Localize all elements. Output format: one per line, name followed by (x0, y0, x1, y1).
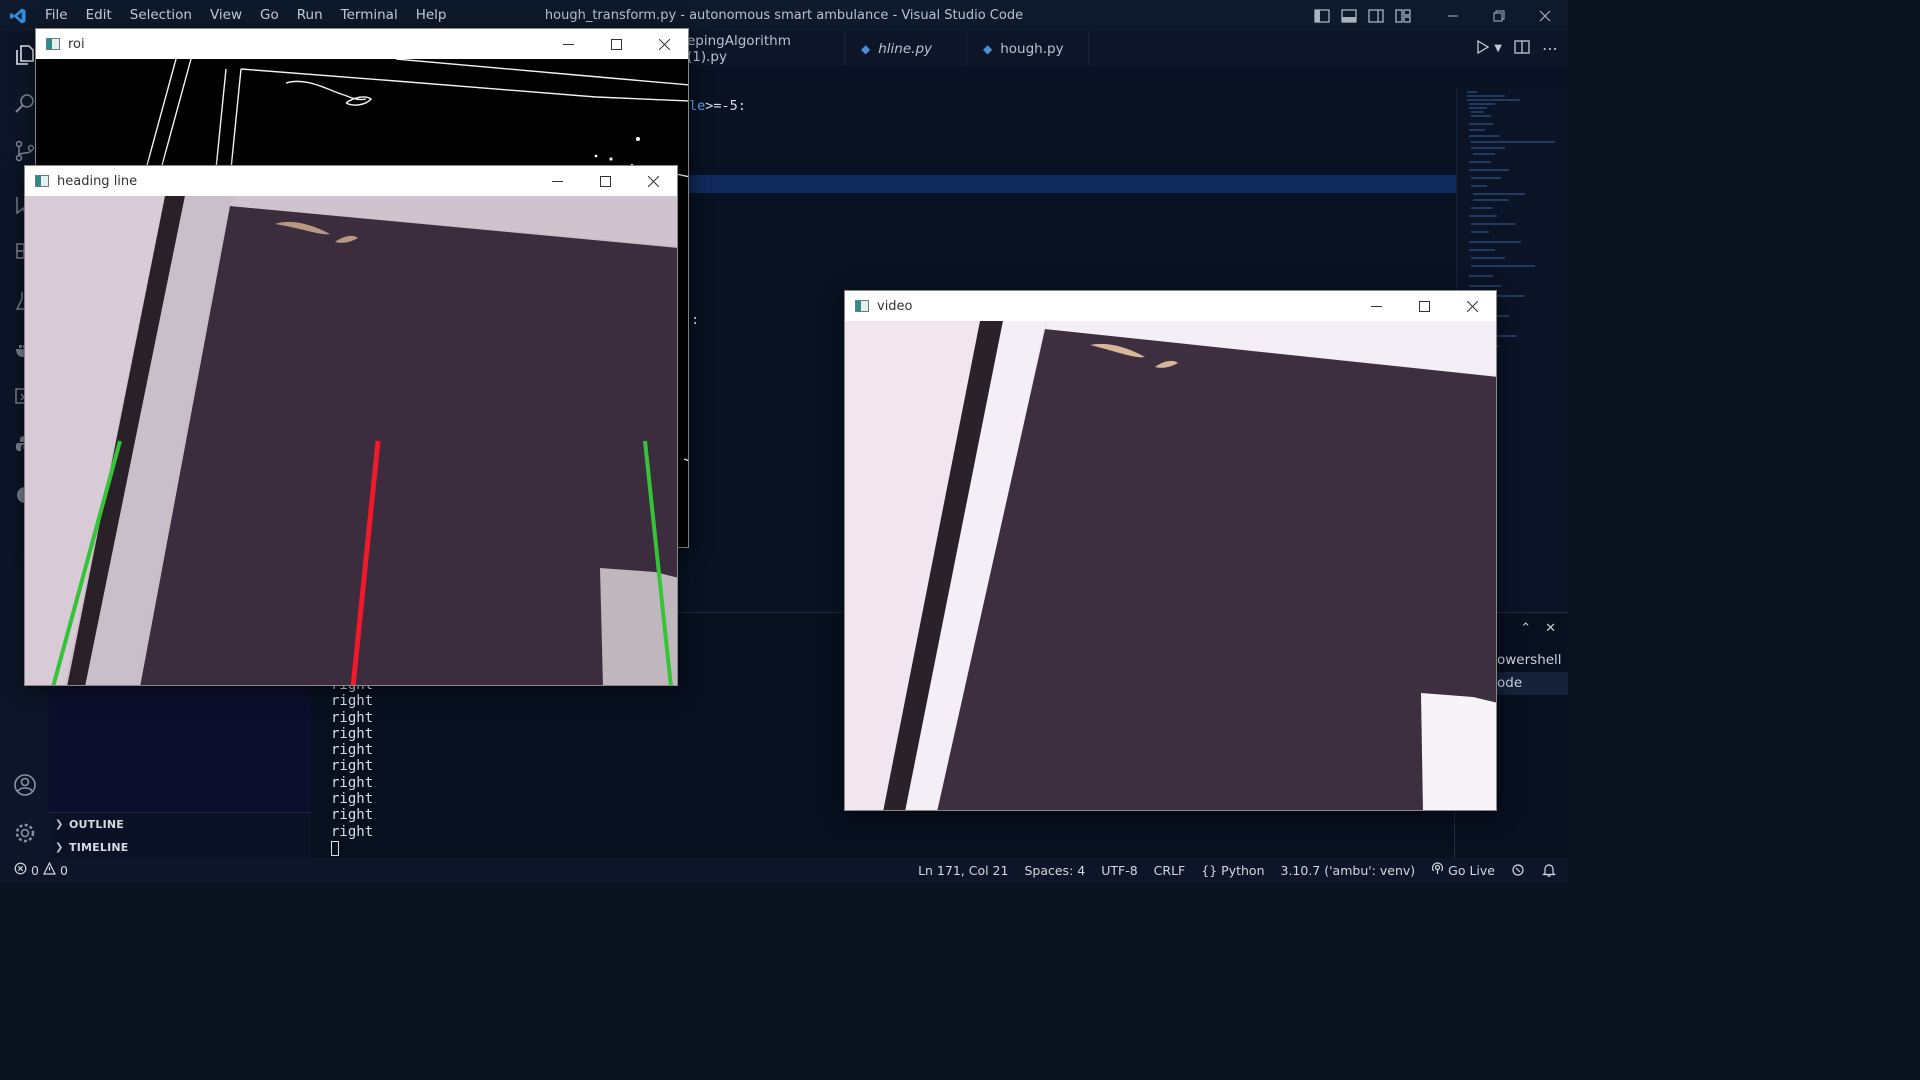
chevron-right-icon: ❯ (55, 842, 64, 853)
braces-icon: {} (1201, 862, 1218, 878)
python-file-icon: ◆ (983, 41, 993, 56)
outline-label: OUTLINE (69, 818, 125, 831)
code-number: 5 (729, 98, 738, 114)
manage-gear-icon[interactable] (0, 809, 49, 857)
notifications-bell-icon[interactable] (1534, 863, 1568, 877)
minimize-icon[interactable] (1430, 0, 1476, 31)
toggle-panel-icon[interactable] (1335, 0, 1362, 31)
opencv-window-icon (46, 38, 60, 50)
code-colon: : (737, 98, 746, 114)
terminal-line: right (331, 758, 374, 775)
heading-window-title: heading line (57, 173, 138, 189)
menu-go[interactable]: Go (251, 0, 288, 31)
roi-title-bar[interactable]: roi (36, 29, 688, 59)
menu-file[interactable]: File (36, 0, 77, 31)
timeline-label: TIMELINE (69, 841, 129, 854)
go-live-button[interactable]: Go Live (1423, 862, 1503, 878)
opencv-window-icon (35, 175, 49, 187)
outline-section[interactable]: ❯ OUTLINE (49, 813, 311, 836)
split-editor-icon[interactable] (1514, 39, 1530, 58)
chevron-right-icon: ❯ (55, 819, 64, 830)
terminal-line: right (331, 709, 374, 726)
chevron-down-icon[interactable]: ▼ (1494, 43, 1502, 54)
accounts-icon[interactable] (0, 761, 49, 809)
code-operator: >=- (705, 98, 730, 114)
close-icon[interactable] (1448, 291, 1496, 321)
terminal-output[interactable]: right right right right right right righ… (331, 677, 373, 860)
tab-sleeping-algorithm[interactable]: epingAlgorithm (1).py (675, 31, 845, 66)
toggle-secondary-sidebar-icon[interactable] (1362, 0, 1389, 31)
terminal-line: right (331, 742, 374, 759)
terminal-line: right (331, 693, 374, 710)
minimize-icon[interactable] (544, 29, 592, 59)
roi-window-title: roi (68, 36, 85, 52)
error-icon (14, 862, 27, 878)
close-icon[interactable] (629, 166, 677, 196)
python-file-icon: ◆ (861, 41, 871, 56)
menu-view[interactable]: View (201, 0, 251, 31)
feedback-icon[interactable] (1503, 863, 1534, 877)
indentation[interactable]: Spaces: 4 (1016, 863, 1093, 878)
menu-edit[interactable]: Edit (77, 0, 121, 31)
opencv-window-icon (855, 300, 869, 312)
heading-camera-image (25, 196, 677, 685)
customize-layout-icon[interactable] (1389, 0, 1416, 31)
cursor-position[interactable]: Ln 171, Col 21 (910, 863, 1016, 878)
menu-terminal[interactable]: Terminal (332, 0, 407, 31)
terminal-line: right (331, 725, 374, 742)
minimize-icon[interactable] (1352, 291, 1400, 321)
toggle-sidebar-icon[interactable] (1308, 0, 1335, 31)
code-line-171[interactable]: le>=-5: (689, 98, 746, 114)
run-python-file-icon[interactable] (1476, 39, 1490, 58)
close-icon[interactable] (1522, 0, 1568, 31)
status-bar: 0 0 Ln 171, Col 21 Spaces: 4 UTF-8 CRLF … (0, 858, 1568, 882)
more-actions-icon[interactable]: ⋯ (1542, 39, 1558, 58)
timeline-section[interactable]: ❯ TIMELINE (49, 836, 311, 859)
tab-hough[interactable]: ◆ hough.py (967, 31, 1089, 66)
maximize-icon[interactable] (592, 29, 640, 59)
language-label: Python (1221, 862, 1265, 878)
warning-count: 0 (59, 862, 68, 878)
terminal-line: right (331, 774, 374, 791)
video-window[interactable]: video (844, 290, 1497, 811)
tab-label: epingAlgorithm (1).py (687, 32, 791, 65)
terminal-line: right (331, 791, 374, 808)
minimize-icon[interactable] (533, 166, 581, 196)
close-icon[interactable] (640, 29, 688, 59)
go-live-label: Go Live (1448, 862, 1495, 878)
warning-icon (42, 861, 56, 878)
error-count: 0 (31, 862, 39, 878)
video-camera-image (845, 321, 1496, 810)
broadcast-icon (1431, 862, 1444, 878)
heading-line-window[interactable]: heading line (24, 165, 678, 686)
restore-icon[interactable] (1476, 0, 1522, 31)
line-endings[interactable]: CRLF (1146, 863, 1194, 878)
current-line-highlight (681, 175, 1456, 193)
vscode-logo-icon (0, 0, 36, 31)
video-title-bar[interactable]: video (845, 291, 1496, 321)
heading-title-bar[interactable]: heading line (25, 166, 677, 196)
code-colon: : (691, 312, 700, 328)
terminal-line: right (331, 807, 374, 824)
problems-indicator[interactable]: 0 0 (0, 861, 76, 878)
language-mode[interactable]: {} Python (1193, 863, 1272, 878)
tab-label: hline.py (878, 40, 933, 57)
title-bar: File Edit Selection View Go Run Terminal… (0, 0, 1568, 31)
tab-label: hough.py (1000, 40, 1064, 57)
menu-help[interactable]: Help (407, 0, 456, 31)
tab-hline[interactable]: ◆ hline.py (845, 31, 967, 66)
encoding[interactable]: UTF-8 (1093, 863, 1145, 878)
maximize-icon[interactable] (1400, 291, 1448, 321)
video-window-title: video (877, 298, 913, 314)
code-identifier: le (689, 98, 706, 114)
python-interpreter[interactable]: 3.10.7 ('ambu': venv) (1273, 863, 1424, 878)
menu-run[interactable]: Run (288, 0, 332, 31)
maximize-icon[interactable] (581, 166, 629, 196)
terminal-line: right (331, 823, 374, 840)
menu-selection[interactable]: Selection (121, 0, 201, 31)
